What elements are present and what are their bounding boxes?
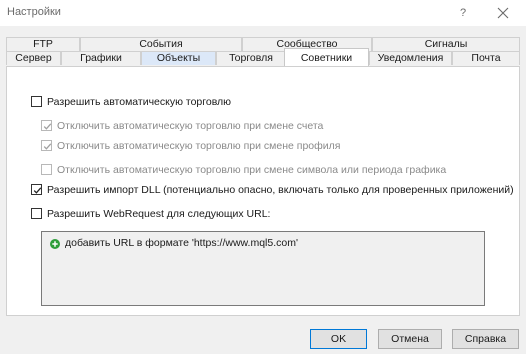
tab-email[interactable]: Почта — [452, 51, 520, 65]
help-title-button[interactable]: ? — [453, 3, 473, 23]
add-icon[interactable] — [50, 239, 60, 249]
option-label: Разрешить импорт DLL (потенциально опасн… — [47, 184, 514, 196]
cancel-button[interactable]: Отмена — [378, 329, 442, 349]
title-bar: Настройки ? — [0, 0, 526, 26]
allow-algo-trading-checkbox[interactable] — [31, 96, 42, 107]
option-label: Отключить автоматическую торговлю при см… — [57, 120, 324, 132]
expert-advisors-panel: Разрешить автоматическую торговлю Отключ… — [6, 66, 520, 316]
help-button[interactable]: Справка — [452, 329, 519, 349]
tab-notifications[interactable]: Уведомления — [369, 51, 452, 65]
disable-on-account-change-checkbox — [41, 120, 52, 131]
option-label: Отключить автоматическую торговлю при см… — [57, 164, 447, 176]
ok-button[interactable]: OK — [310, 329, 367, 349]
tab-server[interactable]: Сервер — [6, 51, 61, 65]
tab-expert-advisors[interactable]: Советники — [284, 48, 369, 66]
disable-on-profile-change-checkbox — [41, 140, 52, 151]
window-title: Настройки — [7, 6, 61, 18]
option-label: Разрешить WebRequest для следующих URL: — [47, 208, 271, 220]
add-url-item[interactable]: добавить URL в формате 'https://www.mql5… — [65, 237, 298, 249]
tab-charts[interactable]: Графики — [61, 51, 141, 65]
tab-ftp[interactable]: FTP — [6, 37, 80, 51]
url-list[interactable]: добавить URL в формате 'https://www.mql5… — [41, 231, 485, 306]
tab-objects[interactable]: Объекты — [141, 51, 216, 65]
option-label: Отключить автоматическую торговлю при см… — [57, 140, 341, 152]
tab-trading[interactable]: Торговля — [216, 51, 286, 65]
tab-events[interactable]: События — [80, 37, 242, 51]
option-label: Разрешить автоматическую торговлю — [47, 96, 232, 108]
allow-dll-imports-checkbox[interactable] — [31, 184, 42, 195]
tab-signals[interactable]: Сигналы — [372, 37, 520, 51]
disable-on-symbol-change-checkbox — [41, 164, 52, 175]
allow-webrequest-checkbox[interactable] — [31, 208, 42, 219]
close-icon[interactable] — [493, 3, 513, 23]
